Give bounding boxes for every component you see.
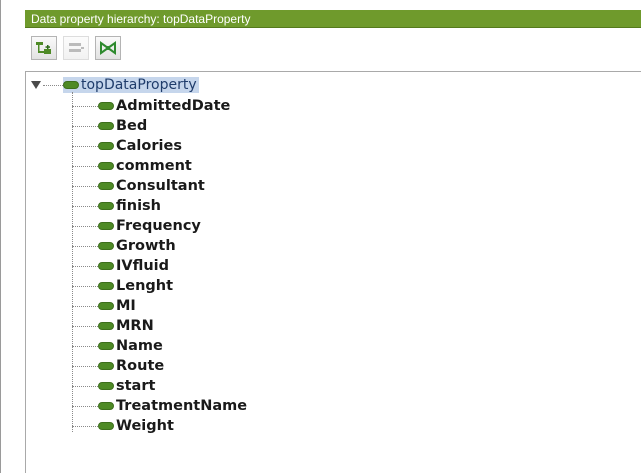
tree-item-label: Lenght [116, 278, 174, 294]
tree-item-label: Bed [116, 118, 148, 134]
panel-title: Data property hierarchy: topDataProperty [25, 10, 641, 28]
tree-item[interactable]: Route [72, 356, 164, 376]
delete-property-icon [100, 41, 116, 55]
tree-connector [72, 125, 98, 127]
toolbar [25, 30, 641, 66]
tree-connector [43, 84, 63, 86]
data-property-icon [98, 382, 114, 390]
tree-item[interactable]: Frequency [72, 216, 201, 236]
tree-connector [72, 245, 98, 247]
tree-item[interactable]: finish [72, 196, 161, 216]
data-property-icon [98, 282, 114, 290]
collapse-icon[interactable] [31, 80, 41, 90]
tree-item[interactable]: Growth [72, 236, 176, 256]
data-property-icon [98, 362, 114, 370]
data-property-icon [98, 322, 114, 330]
tree-item-label: Frequency [116, 218, 201, 234]
data-property-icon [98, 402, 114, 410]
tree-item[interactable]: MI [72, 296, 136, 316]
add-subproperty-icon [36, 42, 51, 54]
data-property-icon [98, 182, 114, 190]
data-property-icon [98, 162, 114, 170]
data-property-icon [98, 222, 114, 230]
tree-item[interactable]: MRN [72, 316, 154, 336]
tree-item[interactable]: IVfluid [72, 256, 169, 276]
tree-item-label: TreatmentName [116, 398, 248, 414]
data-property-icon [98, 422, 114, 430]
tree-item-label: Growth [116, 238, 176, 254]
tree-connector [72, 205, 98, 207]
tree-item[interactable]: comment [72, 156, 192, 176]
data-property-icon [98, 122, 114, 130]
tree-item[interactable]: Consultant [72, 176, 205, 196]
tree-connector [72, 365, 98, 367]
tree-item-label: comment [116, 158, 192, 174]
data-property-hierarchy-panel: Data property hierarchy: topDataProperty [0, 0, 641, 473]
tree-item-label: Route [116, 358, 165, 374]
delete-property-button[interactable] [95, 36, 121, 60]
data-property-icon [63, 81, 79, 89]
tree-item[interactable]: Weight [72, 416, 174, 436]
tree-connector [72, 345, 98, 347]
data-property-icon [98, 102, 114, 110]
tree-root-node[interactable]: topDataProperty [63, 77, 199, 93]
tree-item[interactable]: Lenght [72, 276, 173, 296]
tree-connector [72, 225, 98, 227]
tree-connector [72, 305, 98, 307]
add-subproperty-button[interactable] [31, 36, 57, 60]
tree-item[interactable]: Bed [72, 116, 147, 136]
property-tree: topDataProperty AdmittedDate Bed Calories c… [25, 71, 641, 473]
data-property-icon [98, 302, 114, 310]
add-sibling-icon [69, 43, 84, 52]
tree-connector [72, 325, 98, 327]
tree-item-label: IVfluid [116, 258, 170, 274]
tree-item-label: Name [116, 338, 163, 354]
tree-item[interactable]: AdmittedDate [72, 96, 230, 116]
tree-root-label: topDataProperty [81, 77, 197, 93]
tree-connector [72, 285, 98, 287]
tree-connector [72, 165, 98, 167]
tree-item-label: Weight [116, 418, 174, 434]
tree-connector [72, 405, 98, 407]
tree-item-label: AdmittedDate [116, 98, 231, 114]
tree-item-label: start [116, 378, 156, 394]
tree-connector [72, 185, 98, 187]
tree-connector [72, 265, 98, 267]
tree-connector [72, 145, 98, 147]
tree-item-label: Consultant [116, 178, 205, 194]
data-property-icon [98, 242, 114, 250]
tree-item-label: MRN [116, 318, 154, 334]
tree-item[interactable]: TreatmentName [72, 396, 247, 416]
data-property-icon [98, 142, 114, 150]
tree-item[interactable]: Name [72, 336, 163, 356]
add-sibling-button[interactable] [63, 36, 89, 60]
tree-connector [72, 425, 98, 427]
tree-item-label: MI [116, 298, 136, 314]
tree-root-row[interactable]: topDataProperty [31, 76, 199, 94]
tree-connector [72, 385, 98, 387]
tree-item[interactable]: start [72, 376, 155, 396]
data-property-icon [98, 342, 114, 350]
tree-item-label: Calories [116, 138, 182, 154]
data-property-icon [98, 262, 114, 270]
data-property-icon [98, 202, 114, 210]
tree-item[interactable]: Calories [72, 136, 182, 156]
tree-item-label: finish [116, 198, 161, 214]
tree-connector [72, 105, 98, 107]
